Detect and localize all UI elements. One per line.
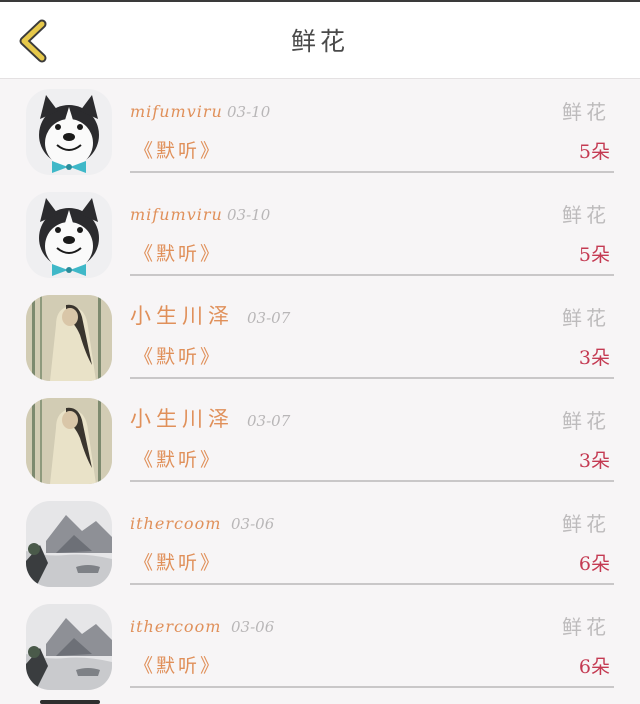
gift-count: 5朵 <box>578 244 610 266</box>
painting-avatar[interactable] <box>26 295 112 381</box>
gift-type: 鲜花 <box>562 203 610 227</box>
gift-count: 6朵 <box>578 553 610 575</box>
date: 03-07 <box>247 309 291 327</box>
username[interactable]: mifumviru <box>130 205 223 224</box>
gift-count: 3朵 <box>578 450 610 472</box>
username[interactable]: ithercoom <box>130 514 221 533</box>
username[interactable]: ithercoom <box>130 617 221 636</box>
song-title[interactable]: 《默听》 <box>134 136 222 163</box>
gift-type: 鲜花 <box>562 409 610 433</box>
date: 03-10 <box>227 206 271 224</box>
list-item[interactable]: mifumviru 03-10 《默听》 鲜花 5朵 <box>0 183 640 286</box>
divider <box>130 171 614 173</box>
gift-type: 鲜花 <box>562 100 610 124</box>
song-title[interactable]: 《默听》 <box>134 239 222 266</box>
gift-count: 6朵 <box>578 656 610 678</box>
gift-count: 5朵 <box>578 141 610 163</box>
list-item[interactable]: 小生川泽 03-07 《默听》 鲜花 3朵 <box>0 286 640 389</box>
gift-type: 鲜花 <box>562 512 610 536</box>
page-title: 鲜花 <box>290 27 349 56</box>
husky-avatar[interactable] <box>26 89 112 175</box>
gift-type: 鲜花 <box>562 615 610 639</box>
divider <box>130 274 614 276</box>
divider <box>130 686 614 688</box>
landscape-avatar[interactable] <box>26 501 112 587</box>
gift-type: 鲜花 <box>562 306 610 330</box>
date: 03-10 <box>227 103 271 121</box>
username[interactable]: mifumviru <box>130 102 223 121</box>
song-title[interactable]: 《默听》 <box>134 548 222 575</box>
husky-avatar[interactable] <box>26 192 112 278</box>
list-item[interactable]: ithercoom 03-06 《默听》 鲜花 6朵 <box>0 595 640 698</box>
date: 03-07 <box>247 412 291 430</box>
divider <box>130 377 614 379</box>
divider <box>130 583 614 585</box>
song-title[interactable]: 《默听》 <box>134 651 222 678</box>
list-item[interactable]: 小生川泽 03-07 《默听》 鲜花 3朵 <box>0 389 640 492</box>
painting-avatar[interactable] <box>26 398 112 484</box>
date: 03-06 <box>231 515 275 533</box>
divider <box>130 480 614 482</box>
username[interactable]: 小生川泽 <box>130 300 234 330</box>
song-title[interactable]: 《默听》 <box>134 445 222 472</box>
list-item[interactable]: ithercoom 03-06 《默听》 鲜花 6朵 <box>0 492 640 595</box>
list-item[interactable]: mifumviru 03-10 《默听》 鲜花 5朵 <box>0 80 640 183</box>
username[interactable]: 小生川泽 <box>130 403 234 433</box>
nav-bar: 鲜花 <box>0 2 640 79</box>
song-title[interactable]: 《默听》 <box>134 342 222 369</box>
landscape-avatar[interactable] <box>26 604 112 690</box>
date: 03-06 <box>231 618 275 636</box>
flower-list: mifumviru 03-10 《默听》 鲜花 5朵 mifumviru 03-… <box>0 80 640 698</box>
next-item-peek <box>40 700 100 704</box>
gift-count: 3朵 <box>578 347 610 369</box>
